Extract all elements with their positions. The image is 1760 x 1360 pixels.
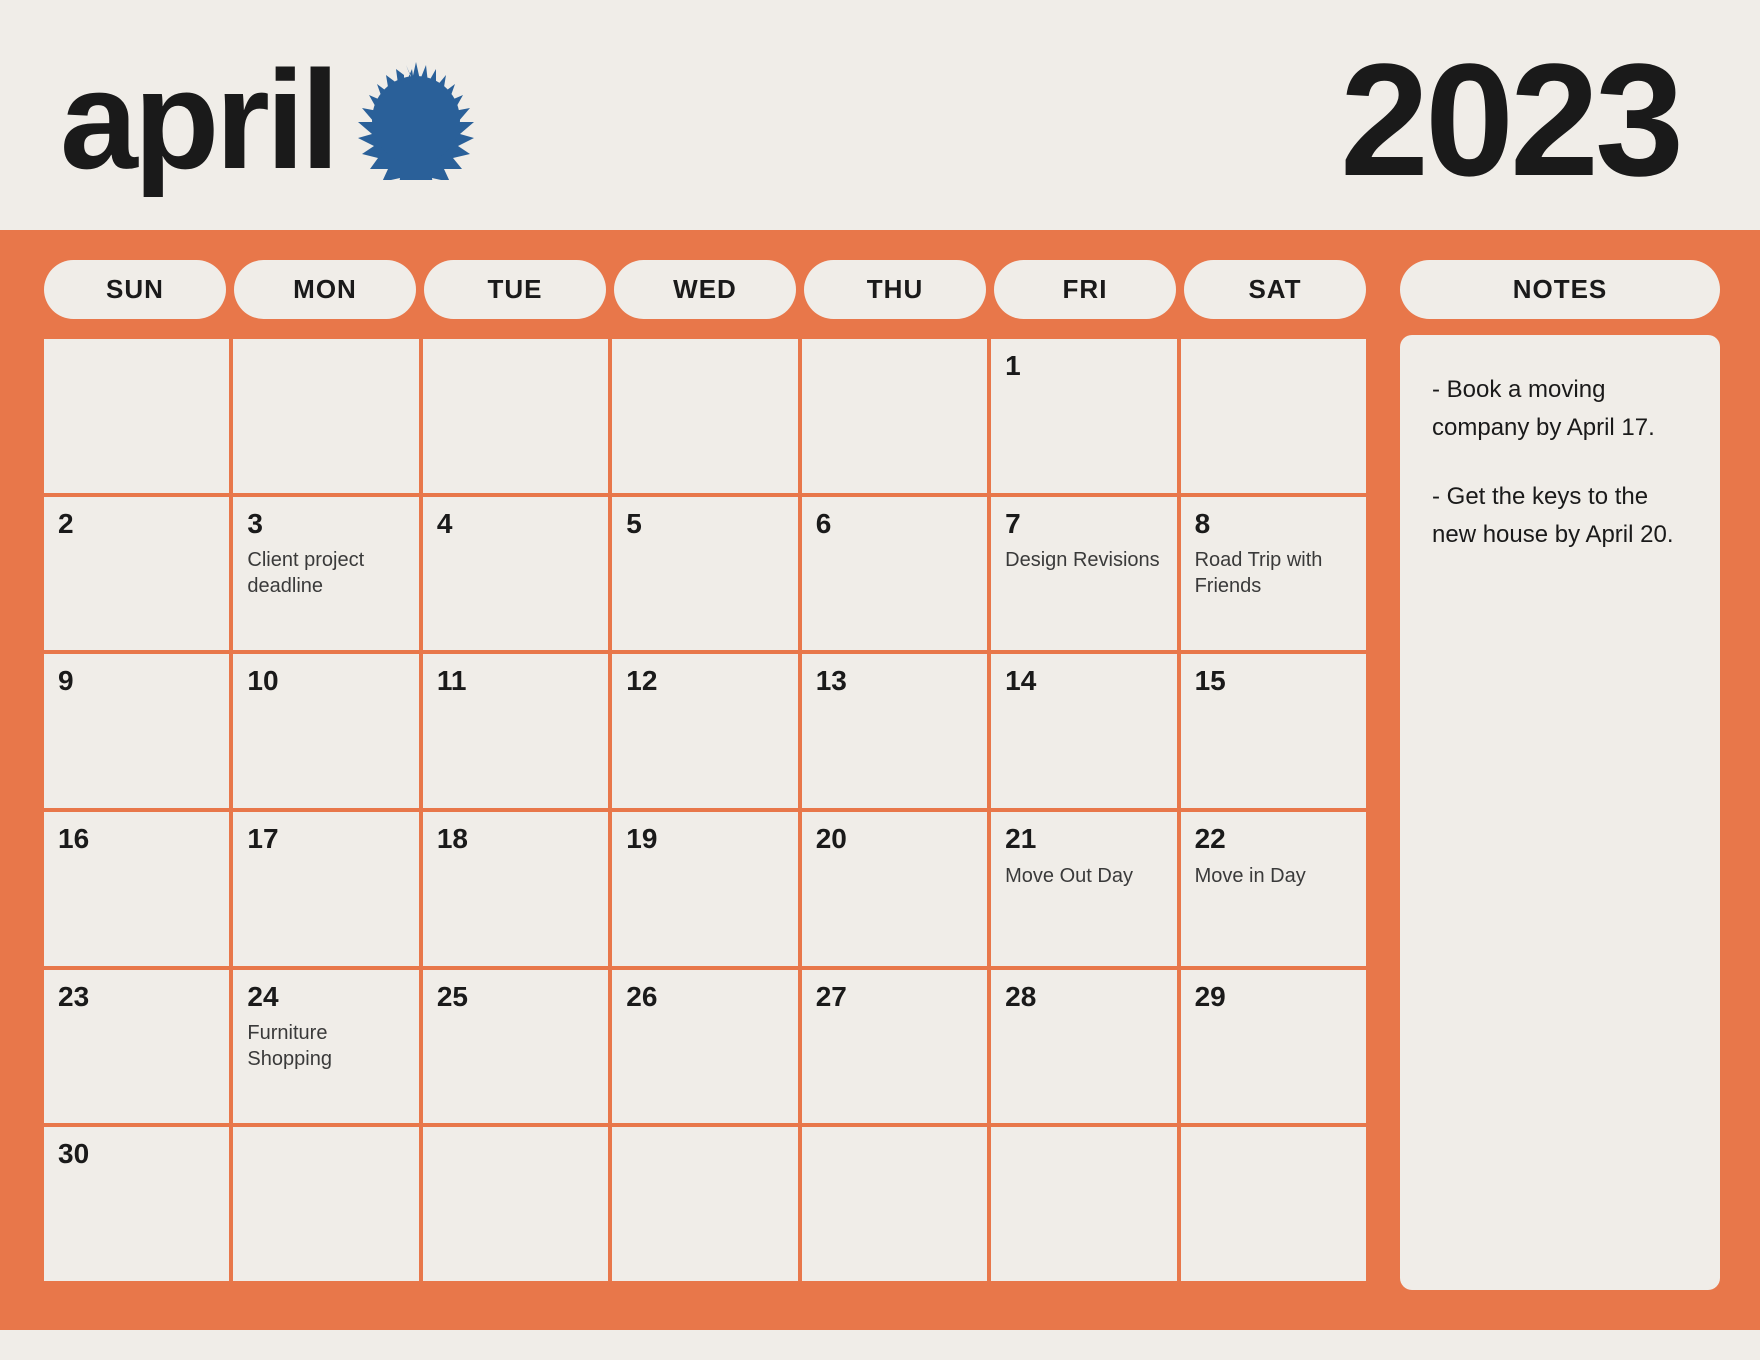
day-number: 24 bbox=[247, 982, 404, 1013]
notes-header: NOTES bbox=[1400, 260, 1720, 319]
event-text: Client project deadline bbox=[247, 547, 404, 599]
event-text: Move in Day bbox=[1195, 863, 1352, 889]
day-number: 22 bbox=[1195, 824, 1352, 855]
day-number: 30 bbox=[58, 1139, 215, 1170]
cal-cell: 25 bbox=[421, 968, 610, 1126]
event-text: Design Revisions bbox=[1005, 547, 1162, 573]
day-number: 15 bbox=[1195, 666, 1352, 697]
day-number: 21 bbox=[1005, 824, 1162, 855]
event-text: Road Trip with Friends bbox=[1195, 547, 1352, 599]
cal-cell: 10 bbox=[231, 652, 420, 810]
cal-cell: 24 Furniture Shopping bbox=[231, 968, 420, 1126]
day-header-tue: TUE bbox=[424, 260, 606, 319]
calendar-grid: 123Client project deadline4567Design Rev… bbox=[40, 335, 1370, 1285]
day-number: 10 bbox=[247, 666, 404, 697]
day-number: 28 bbox=[1005, 982, 1162, 1013]
day-number: 14 bbox=[1005, 666, 1162, 697]
day-number: 25 bbox=[437, 982, 594, 1013]
day-number: 8 bbox=[1195, 509, 1352, 540]
cal-cell bbox=[800, 1125, 989, 1283]
cal-cell: 4 bbox=[421, 495, 610, 653]
day-number: 4 bbox=[437, 509, 594, 540]
cal-cell bbox=[421, 337, 610, 495]
day-number: 29 bbox=[1195, 982, 1352, 1013]
cal-cell: 19 bbox=[610, 810, 799, 968]
event-text: Move Out Day bbox=[1005, 863, 1162, 889]
header-left: april bbox=[60, 50, 476, 190]
cal-cell: 23 bbox=[42, 968, 231, 1126]
day-number: 1 bbox=[1005, 351, 1162, 382]
day-number: 13 bbox=[816, 666, 973, 697]
day-header-sun: SUN bbox=[44, 260, 226, 319]
cal-cell: 17 bbox=[231, 810, 420, 968]
cal-cell: 30 bbox=[42, 1125, 231, 1283]
cal-cell: 8 Road Trip with Friends bbox=[1179, 495, 1368, 653]
day-number: 16 bbox=[58, 824, 215, 855]
day-number: 7 bbox=[1005, 509, 1162, 540]
cal-cell: 18 bbox=[421, 810, 610, 968]
cal-cell bbox=[800, 337, 989, 495]
cal-cell: 6 bbox=[800, 495, 989, 653]
notes-panel: NOTES - Book a moving company by April 1… bbox=[1400, 260, 1720, 1290]
cal-cell bbox=[421, 1125, 610, 1283]
cal-cell: 28 bbox=[989, 968, 1178, 1126]
calendar-main: SUN MON TUE WED THU FRI SAT 123Client pr… bbox=[40, 260, 1370, 1290]
cal-cell: 22 Move in Day bbox=[1179, 810, 1368, 968]
day-header-sat: SAT bbox=[1184, 260, 1366, 319]
cal-cell: 26 bbox=[610, 968, 799, 1126]
cal-cell: 11 bbox=[421, 652, 610, 810]
cal-cell: 12 bbox=[610, 652, 799, 810]
cal-cell: 27 bbox=[800, 968, 989, 1126]
day-number: 27 bbox=[816, 982, 973, 1013]
cal-cell bbox=[610, 337, 799, 495]
day-header-fri: FRI bbox=[994, 260, 1176, 319]
day-number: 2 bbox=[58, 509, 215, 540]
day-number: 26 bbox=[626, 982, 783, 1013]
cal-cell: 15 bbox=[1179, 652, 1368, 810]
day-number: 17 bbox=[247, 824, 404, 855]
cal-cell bbox=[1179, 337, 1368, 495]
cal-cell: 2 bbox=[42, 495, 231, 653]
note-item: - Book a moving company by April 17. bbox=[1432, 371, 1688, 448]
day-number: 3 bbox=[247, 509, 404, 540]
cal-cell: 14 bbox=[989, 652, 1178, 810]
day-headers: SUN MON TUE WED THU FRI SAT bbox=[40, 260, 1370, 319]
day-header-mon: MON bbox=[234, 260, 416, 319]
day-header-thu: THU bbox=[804, 260, 986, 319]
day-number: 12 bbox=[626, 666, 783, 697]
day-number: 20 bbox=[816, 824, 973, 855]
cal-cell bbox=[989, 1125, 1178, 1283]
cal-cell: 3 Client project deadline bbox=[231, 495, 420, 653]
note-item: - Get the keys to the new house by April… bbox=[1432, 478, 1688, 555]
day-number: 18 bbox=[437, 824, 594, 855]
day-number: 9 bbox=[58, 666, 215, 697]
month-title: april bbox=[60, 50, 336, 190]
day-number: 23 bbox=[58, 982, 215, 1013]
cal-cell bbox=[231, 1125, 420, 1283]
cal-cell: 9 bbox=[42, 652, 231, 810]
cal-cell: 16 bbox=[42, 810, 231, 968]
day-number: 6 bbox=[816, 509, 973, 540]
cal-cell: 5 bbox=[610, 495, 799, 653]
cal-cell bbox=[1179, 1125, 1368, 1283]
year-title: 2023 bbox=[1340, 40, 1680, 200]
starburst-icon bbox=[356, 60, 476, 180]
notes-body: - Book a moving company by April 17. - Ge… bbox=[1400, 335, 1720, 1290]
cal-cell bbox=[231, 337, 420, 495]
cal-cell: 7 Design Revisions bbox=[989, 495, 1178, 653]
event-text: Furniture Shopping bbox=[247, 1020, 404, 1072]
cal-cell: 20 bbox=[800, 810, 989, 968]
cal-cell: 29 bbox=[1179, 968, 1368, 1126]
day-number: 11 bbox=[437, 666, 594, 697]
cal-cell bbox=[610, 1125, 799, 1283]
day-number: 5 bbox=[626, 509, 783, 540]
header: april 2023 bbox=[0, 0, 1760, 230]
calendar-section: SUN MON TUE WED THU FRI SAT 123Client pr… bbox=[0, 230, 1760, 1330]
day-number: 19 bbox=[626, 824, 783, 855]
cal-cell: 13 bbox=[800, 652, 989, 810]
cal-cell bbox=[42, 337, 231, 495]
day-header-wed: WED bbox=[614, 260, 796, 319]
cal-cell: 1 bbox=[989, 337, 1178, 495]
cal-cell: 21 Move Out Day bbox=[989, 810, 1178, 968]
